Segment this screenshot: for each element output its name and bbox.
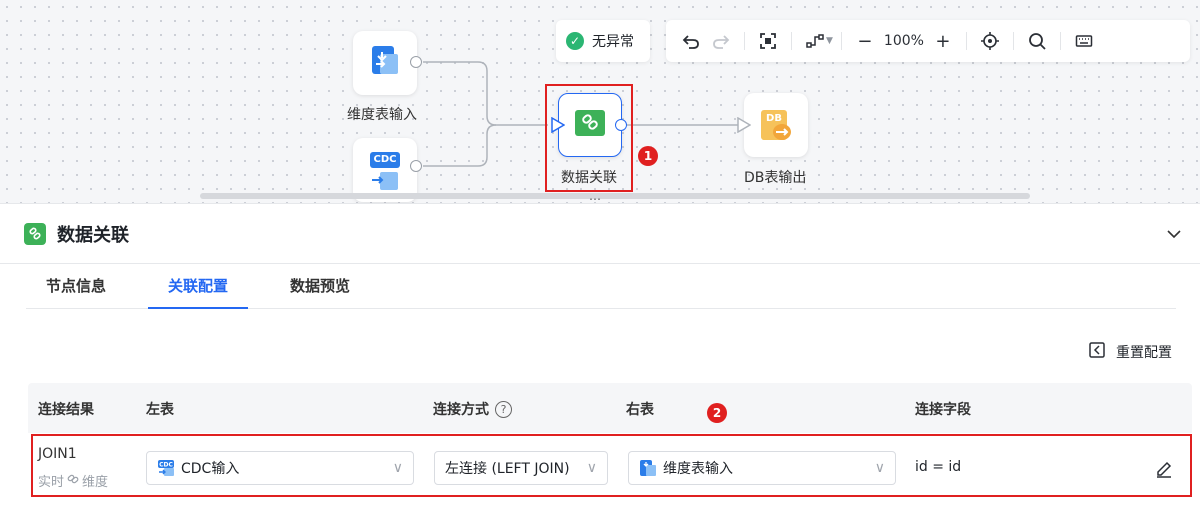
join-result-subtitle: 实时 维度 [38, 471, 108, 490]
undo-icon[interactable] [676, 26, 706, 56]
zoom-out-icon[interactable]: − [850, 26, 880, 56]
data-join-icon [24, 223, 46, 245]
zoom-level: 100% [883, 33, 924, 49]
annotation-marker-2: 2 [707, 403, 727, 423]
col-header-join-type: 连接方式 ? [433, 399, 512, 419]
flow-canvas[interactable]: 维度表输入 CDC 数据关联 1 DB DB表输出 ✓ 无异常 ▼ − 100%… [0, 0, 1200, 203]
dimension-output-port[interactable] [410, 56, 422, 68]
node-dimension-table-input[interactable] [353, 31, 417, 95]
node-label-db-output: DB表输出 [744, 170, 807, 186]
panel-title: 数据关联 [57, 225, 129, 246]
col-header-join-type-label: 连接方式 [433, 402, 489, 418]
status-indicator[interactable]: ✓ 无异常 [556, 20, 650, 62]
keyboard-icon[interactable] [1069, 26, 1099, 56]
db-output-icon: DB [759, 108, 793, 142]
chevron-down-icon: ∨ [392, 460, 403, 476]
join-result-name: JOIN1 [38, 446, 77, 462]
redo-icon[interactable] [706, 26, 736, 56]
toolbar-divider [791, 32, 792, 50]
tab-data-preview[interactable]: 数据预览 [270, 264, 370, 309]
cdc-input-icon: CDC [157, 459, 175, 477]
right-table-select[interactable]: 维度表输入 ∨ [628, 451, 896, 485]
help-icon[interactable]: ? [495, 400, 512, 418]
search-icon[interactable] [1022, 26, 1052, 56]
check-circle-icon: ✓ [566, 32, 584, 50]
toolbar-divider [1059, 32, 1061, 50]
fit-view-icon[interactable] [753, 26, 783, 56]
join-fields-value: id = id [915, 459, 962, 475]
toolbar-divider [965, 32, 967, 50]
cdc-icon-text: CDC [370, 152, 400, 168]
canvas-toolbar: ▼ − 100% + [666, 20, 1190, 62]
zoom-in-icon[interactable]: + [928, 26, 958, 56]
tab-join-config[interactable]: 关联配置 [148, 264, 249, 309]
right-table-value: 维度表输入 [663, 461, 733, 477]
dimension-table-icon [639, 459, 657, 477]
chevron-down-icon[interactable] [1164, 224, 1184, 244]
locate-icon[interactable] [975, 26, 1005, 56]
join-type-value: 左连接 (LEFT JOIN) [445, 461, 570, 477]
col-header-right-table: 右表 [626, 402, 654, 418]
dimension-table-icon [368, 44, 402, 82]
cdc-input-icon: CDC [368, 152, 402, 192]
node-config-panel: 数据关联 节点信息 关联配置 数据预览 重置配置 连接结果 左表 连接方式 ? … [0, 203, 1200, 509]
panel-tabs: 节点信息 关联配置 数据预览 [26, 264, 1176, 309]
join-sub-right: 维度 [82, 475, 109, 490]
left-table-select[interactable]: CDC CDC输入 ∨ [146, 451, 414, 485]
cdc-output-port[interactable] [410, 160, 422, 172]
toolbar-divider [744, 32, 745, 50]
annotation-marker-1: 1 [638, 146, 658, 166]
reset-config-button[interactable]: 重置配置 [1088, 341, 1172, 363]
join-table-header: 连接结果 左表 连接方式 ? 右表 连接字段 [28, 383, 1192, 433]
edit-icon[interactable] [1154, 458, 1174, 478]
join-sub-left: 实时 [38, 475, 65, 490]
tab-node-info[interactable]: 节点信息 [26, 264, 126, 309]
node-db-output[interactable]: DB [744, 93, 808, 157]
layout-dropdown-icon[interactable]: ▼ [826, 36, 833, 46]
node-label-dimension-table-input: 维度表输入 [347, 107, 417, 123]
join-type-select[interactable]: 左连接 (LEFT JOIN) ∨ [434, 451, 608, 485]
link-icon [67, 473, 79, 489]
chevron-down-icon: ∨ [874, 460, 885, 476]
reset-icon [1088, 341, 1106, 363]
canvas-horizontal-scrollbar[interactable] [200, 193, 1030, 199]
reset-config-label: 重置配置 [1116, 345, 1172, 361]
left-table-value: CDC输入 [181, 461, 240, 477]
col-header-result: 连接结果 [38, 402, 94, 418]
col-header-fields: 连接字段 [915, 402, 971, 418]
status-label: 无异常 [592, 34, 634, 50]
highlight-box-node [545, 84, 633, 192]
db-output-input-port[interactable] [737, 117, 751, 133]
chevron-down-icon: ∨ [586, 460, 597, 476]
toolbar-divider [1012, 32, 1014, 50]
col-header-left-table: 左表 [146, 402, 174, 418]
toolbar-divider [840, 32, 842, 50]
panel-header: 数据关联 [0, 204, 1200, 264]
svg-text:CDC: CDC [159, 462, 173, 469]
